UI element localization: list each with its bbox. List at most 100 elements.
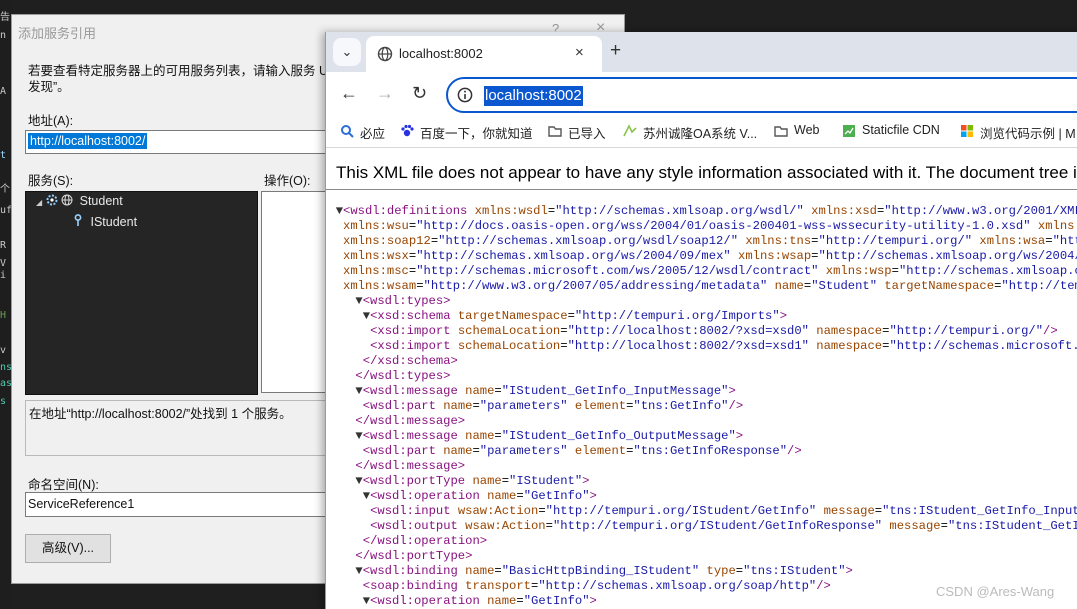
xml-line: xmlns:msc = "http://schemas.microsoft.com/… [326, 264, 1077, 279]
xml-token: name [443, 444, 473, 458]
collapse-triangle-icon[interactable]: ▼ [355, 564, 362, 578]
xml-token: "http://tempuri.org/" [818, 234, 973, 248]
xml-token: name [465, 384, 495, 398]
xml-token: "http://schemas.microsoft.com/ws/2005/12… [416, 264, 819, 278]
folder-icon [774, 126, 788, 137]
operations-list[interactable] [261, 191, 331, 393]
xml-token: > [728, 384, 736, 398]
tab-strip: ⌄ localhost:8002 × + [326, 32, 1077, 72]
xml-token: = [940, 519, 948, 533]
close-tab-icon[interactable]: × [575, 44, 584, 61]
bookmark-label: 浏览代码示例 | M [980, 127, 1076, 141]
service-gear-icon [46, 194, 58, 206]
xml-token [731, 249, 738, 263]
interface-icon [74, 214, 82, 226]
xml-token: xmlns:soap12 [343, 234, 431, 248]
xml-token: <wsdl:message [362, 384, 466, 398]
xml-token: "http://schemas.xmlsoap.org/ws/2004/09/m… [416, 249, 731, 263]
xml-line: xmlns:wsam="http://www.w3.org/2007/05/ad… [326, 279, 1077, 294]
forward-arrow-icon[interactable]: → [376, 83, 394, 104]
xml-token: message [889, 519, 941, 533]
collapse-triangle-icon[interactable]: ▼ [355, 474, 362, 488]
xml-token: "tns:IStudent_GetInfo_OutputMessage" [947, 519, 1077, 533]
xml-token: <xsd:import [370, 324, 458, 338]
collapse-triangle-icon[interactable]: ▼ [363, 594, 370, 608]
xml-token [1031, 219, 1038, 233]
xml-token: xmlns:msc [343, 264, 409, 278]
address-input-value: http://localhost:8002/ [28, 133, 148, 149]
xml-token: = [516, 489, 524, 503]
paw-icon [401, 124, 414, 137]
xml-token: <xsd:import [370, 339, 458, 353]
ide-code-fragment: v [0, 345, 7, 356]
collapse-triangle-icon[interactable]: ▼ [363, 309, 370, 323]
address-bar[interactable]: localhost:8002 [446, 77, 1077, 113]
xml-token: name [487, 489, 517, 503]
namespace-label: 命名空间(N): [28, 478, 99, 492]
xml-line: ▼<wsdl:types> [326, 294, 1077, 309]
reload-icon[interactable]: ↻ [412, 83, 427, 104]
ide-code-fragment: A [0, 86, 7, 97]
xml-token: "IStudent" [509, 474, 583, 488]
advanced-button[interactable]: 高级(V)... [25, 534, 111, 563]
tab-search-chevron-icon[interactable]: ⌄ [333, 38, 361, 66]
bookmark-label: 苏州诚隆OA系统 V... [643, 127, 758, 141]
ide-code-fragment: 告 [0, 12, 10, 23]
xml-token: targetNamespace [884, 279, 995, 293]
bookmark-label: 必应 [360, 127, 386, 141]
xml-token: <wsdl:input [370, 504, 458, 518]
xml-token: > [582, 474, 590, 488]
xml-token: > [779, 309, 788, 323]
collapse-triangle-icon[interactable]: ▼ [363, 489, 370, 503]
xml-token: </wsdl:portType> [355, 549, 473, 563]
collapse-triangle-icon[interactable]: ▼ [355, 429, 362, 443]
xml-line: ▼<wsdl:binding name="BasicHttpBinding_IS… [326, 564, 1077, 579]
xml-token: "http://schemas.xmlsoap.org/soap/http" [538, 579, 817, 593]
ide-code-fragment: 个 [0, 184, 10, 195]
xml-token: <wsdl:types> [362, 294, 451, 308]
ide-code-fragment: as [0, 378, 11, 389]
xml-line: ▼<wsdl:definitions xmlns:wsdl="http://sc… [326, 204, 1077, 219]
bookmarks-bar: 必应 百度一下，你就知道 已导入 苏州诚隆OA系统 V... Web Staticfile… [326, 116, 1077, 148]
xml-token: </wsdl:operation> [362, 534, 488, 548]
xml-token: "tns:IStudent" [743, 564, 846, 578]
collapse-triangle-icon[interactable]: ▼ [336, 204, 343, 218]
xml-token: = [416, 279, 424, 293]
tree-node-student[interactable]: ◢ Student [36, 194, 123, 208]
xml-token: "http://schemas.xmlsoap.org/ws/2004/08/a… [818, 249, 1077, 263]
xml-token: "http://schemas.xmlsoap.org/wsdl/" [555, 204, 804, 218]
xml-token: = [501, 474, 510, 488]
xml-line: <xsd:import schemaLocation="http://local… [326, 324, 1077, 339]
collapse-triangle-icon[interactable]: ▼ [355, 294, 362, 308]
ide-code-fragment: V [0, 258, 7, 269]
xml-token: "IStudent_GetInfo_InputMessage" [501, 384, 729, 398]
tree-node-label: Student [79, 194, 123, 208]
ide-code-fragment: t [0, 150, 7, 161]
folder-icon [548, 126, 562, 137]
xml-token: "BasicHttpBinding_IStudent" [501, 564, 700, 578]
xml-token: /> [728, 399, 744, 413]
address-input[interactable]: http://localhost:8002/ [25, 130, 335, 154]
globe-icon [61, 194, 73, 206]
bookmark-label: 已导入 [568, 127, 606, 141]
xml-token [699, 564, 706, 578]
xml-token: "http://tempuri.org/" [1001, 279, 1077, 293]
xml-token [816, 504, 823, 518]
ide-background-edge: 告 n At 个 uf R Vi Hv ns as s [0, 0, 11, 609]
back-arrow-icon[interactable]: ← [340, 83, 358, 104]
xml-token: = [538, 504, 546, 518]
expand-triangle-icon[interactable]: ◢ [36, 198, 42, 207]
site-info-icon[interactable] [457, 87, 473, 103]
xml-style-notice: This XML file does not appear to have an… [336, 163, 1077, 182]
collapse-triangle-icon[interactable]: ▼ [355, 384, 362, 398]
bookmark-label: Staticfile CDN [862, 123, 940, 137]
tree-node-istudent[interactable]: IStudent [74, 214, 137, 229]
tab-localhost[interactable]: localhost:8002 × [366, 36, 602, 72]
xml-token: "http://tempuri.org/IStudent/GetInfo" [545, 504, 817, 518]
services-tree[interactable]: ◢ Student IStudent [25, 191, 258, 395]
namespace-input[interactable]: ServiceReference1 [25, 492, 335, 517]
bookmark-label: 百度一下，你就知道 [420, 127, 533, 141]
new-tab-icon[interactable]: + [610, 40, 621, 62]
xml-token: = [891, 264, 899, 278]
xml-token: = [494, 429, 502, 443]
